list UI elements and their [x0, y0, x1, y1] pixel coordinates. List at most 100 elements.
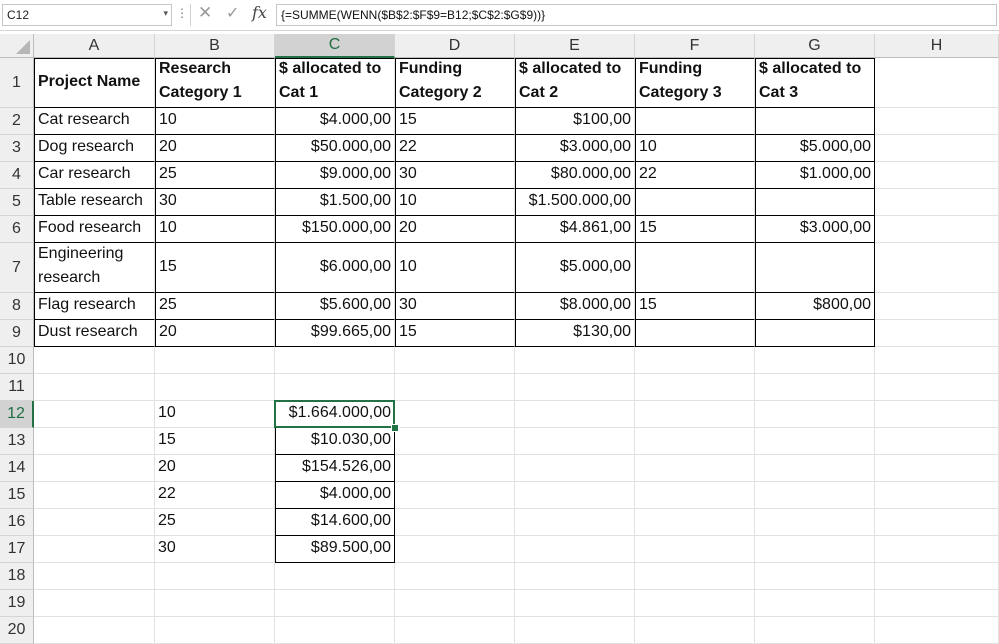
cell-a10[interactable] [34, 347, 155, 374]
cell-d4[interactable]: 30 [395, 162, 515, 189]
cell-g5[interactable] [755, 189, 875, 216]
cell-c11[interactable] [275, 374, 395, 401]
cell-b7[interactable]: 15 [155, 243, 275, 293]
cell-e6[interactable]: $4.861,00 [515, 216, 635, 243]
cell-e3[interactable]: $3.000,00 [515, 135, 635, 162]
cell-a20[interactable] [34, 617, 155, 644]
cell-c7[interactable]: $6.000,00 [275, 243, 395, 293]
column-header-a[interactable]: A [34, 34, 155, 58]
header-cell-d[interactable]: Funding Category 2 [395, 58, 515, 108]
column-header-f[interactable]: F [635, 34, 755, 58]
header-cell-a[interactable]: Project Name [34, 58, 155, 108]
cell-b9[interactable]: 20 [155, 320, 275, 347]
cell-c17[interactable]: $89.500,00 [275, 536, 395, 563]
cell-a17[interactable] [34, 536, 155, 563]
cell-g15[interactable] [755, 482, 875, 509]
cell-d10[interactable] [395, 347, 515, 374]
row-header-10[interactable]: 10 [0, 347, 34, 374]
cell-c6[interactable]: $150.000,00 [275, 216, 395, 243]
column-header-e[interactable]: E [515, 34, 635, 58]
cell-f11[interactable] [635, 374, 755, 401]
cell-f4[interactable]: 22 [635, 162, 755, 189]
chevron-down-icon[interactable]: ▾ [163, 8, 168, 19]
cell-h2[interactable] [875, 108, 999, 135]
cell-b4[interactable]: 25 [155, 162, 275, 189]
cell-b3[interactable]: 20 [155, 135, 275, 162]
cell-g6[interactable]: $3.000,00 [755, 216, 875, 243]
column-header-d[interactable]: D [395, 34, 515, 58]
cell-f3[interactable]: 10 [635, 135, 755, 162]
cell-f17[interactable] [635, 536, 755, 563]
cell-a7[interactable]: Engineering research [34, 243, 155, 293]
cell-f19[interactable] [635, 590, 755, 617]
cell-d2[interactable]: 15 [395, 108, 515, 135]
cell-b13[interactable]: 15 [155, 428, 275, 455]
cell-d15[interactable] [395, 482, 515, 509]
cell-f9[interactable] [635, 320, 755, 347]
cancel-icon[interactable]: ✕ [198, 3, 212, 23]
cell-b5[interactable]: 30 [155, 189, 275, 216]
row-header-17[interactable]: 17 [0, 536, 34, 563]
cell-g20[interactable] [755, 617, 875, 644]
cell-c13[interactable]: $10.030,00 [275, 428, 395, 455]
cell-e7[interactable]: $5.000,00 [515, 243, 635, 293]
cell-c15[interactable]: $4.000,00 [275, 482, 395, 509]
cell-b20[interactable] [155, 617, 275, 644]
column-header-c[interactable]: C [275, 34, 395, 58]
cell-a5[interactable]: Table research [34, 189, 155, 216]
cell-f8[interactable]: 15 [635, 293, 755, 320]
cell-g17[interactable] [755, 536, 875, 563]
cell-h14[interactable] [875, 455, 999, 482]
cell-h9[interactable] [875, 320, 999, 347]
cell-h11[interactable] [875, 374, 999, 401]
cell-b11[interactable] [155, 374, 275, 401]
cell-a14[interactable] [34, 455, 155, 482]
cell-d17[interactable] [395, 536, 515, 563]
cell-a12[interactable] [34, 401, 155, 428]
cell-a18[interactable] [34, 563, 155, 590]
cell-h7[interactable] [875, 243, 999, 293]
row-header-2[interactable]: 2 [0, 108, 34, 135]
enter-icon[interactable]: ✓ [226, 3, 239, 23]
cell-f5[interactable] [635, 189, 755, 216]
cell-c20[interactable] [275, 617, 395, 644]
cell-e12[interactable] [515, 401, 635, 428]
row-header-5[interactable]: 5 [0, 189, 34, 216]
cell-h4[interactable] [875, 162, 999, 189]
row-header-1[interactable]: 1 [0, 58, 34, 108]
cell-e8[interactable]: $8.000,00 [515, 293, 635, 320]
row-header-13[interactable]: 13 [0, 428, 34, 455]
cell-b2[interactable]: 10 [155, 108, 275, 135]
cell-h20[interactable] [875, 617, 999, 644]
cell-e13[interactable] [515, 428, 635, 455]
cell-d5[interactable]: 10 [395, 189, 515, 216]
cell-f6[interactable]: 15 [635, 216, 755, 243]
cell-g10[interactable] [755, 347, 875, 374]
cell-a2[interactable]: Cat research [34, 108, 155, 135]
formula-input[interactable]: {=SUMME(WENN($B$2:$F$9=B12;$C$2:$G$9))} [276, 4, 997, 26]
cell-c8[interactable]: $5.600,00 [275, 293, 395, 320]
cell-f18[interactable] [635, 563, 755, 590]
row-header-4[interactable]: 4 [0, 162, 34, 189]
cell-d18[interactable] [395, 563, 515, 590]
cell-g13[interactable] [755, 428, 875, 455]
cell-e19[interactable] [515, 590, 635, 617]
row-header-15[interactable]: 15 [0, 482, 34, 509]
row-header-9[interactable]: 9 [0, 320, 34, 347]
cell-c4[interactable]: $9.000,00 [275, 162, 395, 189]
row-header-16[interactable]: 16 [0, 509, 34, 536]
header-cell-f[interactable]: Funding Category 3 [635, 58, 755, 108]
header-cell-e[interactable]: $ allocated to Cat 2 [515, 58, 635, 108]
cell-e10[interactable] [515, 347, 635, 374]
cell-b19[interactable] [155, 590, 275, 617]
cell-e18[interactable] [515, 563, 635, 590]
cell-b12[interactable]: 10 [155, 401, 275, 428]
cell-f2[interactable] [635, 108, 755, 135]
cell-g19[interactable] [755, 590, 875, 617]
insert-function-icon[interactable]: fx [252, 3, 267, 22]
cell-d3[interactable]: 22 [395, 135, 515, 162]
cell-f20[interactable] [635, 617, 755, 644]
row-header-6[interactable]: 6 [0, 216, 34, 243]
cell-b16[interactable]: 25 [155, 509, 275, 536]
cell-h8[interactable] [875, 293, 999, 320]
